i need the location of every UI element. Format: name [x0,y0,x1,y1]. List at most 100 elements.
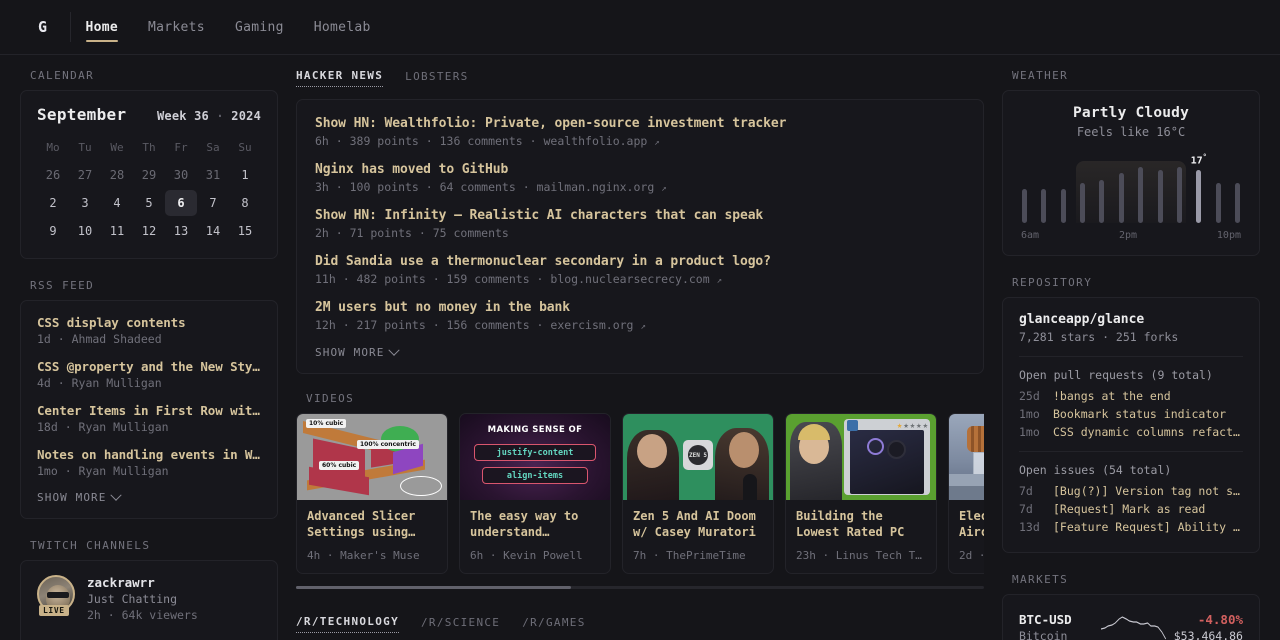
table-row[interactable]: 13d [Feature Request] Ability to ch… [1019,520,1243,534]
twitch-channel-name[interactable]: zackrawrr [87,575,198,590]
calendar-day[interactable]: 8 [229,190,261,216]
table-row[interactable]: BTC-USD Bitcoin -4.80% $53,464.86 [1019,609,1243,640]
tab-r-technology[interactable]: /R/TECHNOLOGY [296,615,399,633]
nav-item-homelab[interactable]: Homelab [299,0,386,55]
calendar-day[interactable]: 30 [165,162,197,188]
table-row[interactable]: 1mo Bookmark status indicator [1019,407,1243,421]
video-card[interactable]: 10% cubic 100% concentric 60% cubic Adva… [296,413,448,574]
repository-row-age: 25d [1019,389,1040,403]
videos-carousel[interactable]: 10% cubic 100% concentric 60% cubic Adva… [296,413,984,574]
calendar-day[interactable]: 26 [37,162,69,188]
calendar-day[interactable]: 12 [133,218,165,244]
video-title[interactable]: The easy way to understand flexbox… [470,509,600,541]
calendar-separator: · [216,109,224,123]
list-item[interactable]: Did Sandia use a thermonuclear secondary… [315,254,965,286]
news-item-title[interactable]: 2M users but no money in the bank [315,300,965,315]
app-header: G Home Markets Gaming Homelab [0,0,1280,55]
rss-item-title[interactable]: CSS display contents [37,315,261,330]
calendar-day[interactable]: 28 [101,162,133,188]
calendar-day[interactable]: 5 [133,190,165,216]
calendar-day[interactable]: 10 [69,218,101,244]
market-identity: BTC-USD Bitcoin [1019,612,1093,640]
video-card-body: Zen 5 And AI Doom w/ Casey Muratori 7h ·… [623,500,773,573]
repository-row-text[interactable]: [Bug(?)] Version tag not showin… [1053,484,1243,498]
app-logo[interactable]: G [20,12,71,42]
repository-row-text[interactable]: [Feature Request] Ability to ch… [1053,520,1243,534]
video-card[interactable]: ★ ★ ★ ★ ★ Building the Lowest Rated PC 2… [785,413,937,574]
nav-item-home[interactable]: Home [71,0,134,55]
video-thumbnail: 10% cubic 100% concentric 60% cubic [297,414,447,500]
list-item[interactable]: 2M users but no money in the bank 12h · … [315,300,965,332]
dashboard-columns: CALENDAR September Week 36 · 2024 Mo Tu … [0,55,1280,640]
table-row[interactable]: 25d !bangs at the end [1019,389,1243,403]
rss-item-meta: 1d · Ahmad Shadeed [37,332,162,346]
calendar-day[interactable]: 13 [165,218,197,244]
tab-r-games[interactable]: /R/GAMES [522,616,585,633]
video-title[interactable]: Advanced Slicer Settings using… [307,509,437,541]
repository-row-text[interactable]: [Request] Mark as read [1053,502,1205,516]
news-item-meta-text: 11h · 482 points · 159 comments · blog.n… [315,272,710,286]
list-item[interactable]: Show HN: Infinity – Realistic AI charact… [315,208,965,240]
list-item[interactable]: Center Items in First Row with… 18d · Ry… [37,403,261,434]
calendar-day-today[interactable]: 6 [165,190,197,216]
list-item[interactable]: CSS @property and the New Style 4d · Rya… [37,359,261,390]
video-card[interactable]: ZEN 5 Zen 5 And AI Doom w/ Casey Murator… [622,413,774,574]
videos-scrollbar-thumb[interactable] [296,586,572,589]
calendar-day[interactable]: 9 [37,218,69,244]
repository-name[interactable]: glanceapp/glance [1019,312,1243,327]
table-row[interactable]: 7d [Request] Mark as read [1019,502,1243,516]
tab-r-science[interactable]: /R/SCIENCE [421,616,500,633]
news-show-more-button[interactable]: SHOW MORE [315,344,965,359]
right-column: WEATHER Partly Cloudy Feels like 16°C 17… [1002,55,1260,640]
rss-item-title[interactable]: Center Items in First Row with… [37,403,261,418]
video-title[interactable]: Electromagnetic Aircraft L [959,509,984,541]
repository-row-text[interactable]: CSS dynamic columns refactor an… [1053,425,1243,439]
tab-lobsters[interactable]: LOBSTERS [405,70,468,87]
list-item[interactable]: Show HN: Wealthfolio: Private, open-sour… [315,116,965,148]
rss-item-title[interactable]: Notes on handling events in We… [37,447,261,462]
repository-row-text[interactable]: Bookmark status indicator [1053,407,1226,421]
nav-item-gaming[interactable]: Gaming [220,0,299,55]
calendar-day[interactable]: 11 [101,218,133,244]
table-row[interactable]: 7d [Bug(?)] Version tag not showin… [1019,484,1243,498]
table-row[interactable]: 1mo CSS dynamic columns refactor an… [1019,425,1243,439]
nav-item-markets[interactable]: Markets [133,0,220,55]
video-card[interactable]: Electromagnetic Aircraft L 2d · Tom S [948,413,984,574]
weather-axis: 6am 2pm 10pm [1019,230,1243,241]
hacker-news-widget: Show HN: Wealthfolio: Private, open-sour… [296,99,984,374]
repository-widget-title: REPOSITORY [1012,276,1093,289]
list-item[interactable]: CSS display contents 1d · Ahmad Shadeed [37,315,261,346]
coil-icon [967,426,984,452]
market-values: -4.80% $53,464.86 [1174,612,1243,640]
market-symbol[interactable]: BTC-USD [1019,612,1093,627]
news-item-title[interactable]: Nginx has moved to GitHub [315,162,965,177]
video-title[interactable]: Zen 5 And AI Doom w/ Casey Muratori [633,509,763,541]
weather-bar-current: 17° [1191,153,1207,223]
list-item[interactable]: Nginx has moved to GitHub 3h · 100 point… [315,162,965,194]
calendar-day[interactable]: 2 [37,190,69,216]
calendar-day[interactable]: 31 [197,162,229,188]
calendar-day[interactable]: 29 [133,162,165,188]
videos-scrollbar[interactable] [296,586,984,589]
rss-item-title[interactable]: CSS @property and the New Style [37,359,261,374]
calendar-day[interactable]: 4 [101,190,133,216]
calendar-day[interactable]: 1 [229,162,261,188]
news-item-title[interactable]: Did Sandia use a thermonuclear secondary… [315,254,965,269]
video-thumb-pill: align-items [482,467,588,484]
calendar-day[interactable]: 27 [69,162,101,188]
video-thumb-chip-label: ZEN 5 [688,445,708,465]
rss-show-more-button[interactable]: SHOW MORE [37,489,261,504]
calendar-day[interactable]: 15 [229,218,261,244]
news-item-title[interactable]: Show HN: Wealthfolio: Private, open-sour… [315,116,965,131]
calendar-day[interactable]: 7 [197,190,229,216]
video-card[interactable]: MAKING SENSE OF justify-content align-it… [459,413,611,574]
list-item[interactable]: Notes on handling events in We… 1mo · Ry… [37,447,261,478]
list-item[interactable]: LIVE zackrawrr Just Chatting 2h · 64k vi… [37,575,261,622]
news-item-title[interactable]: Show HN: Infinity – Realistic AI charact… [315,208,965,223]
calendar-day[interactable]: 3 [69,190,101,216]
external-link-icon: ↗ [716,276,723,286]
calendar-day[interactable]: 14 [197,218,229,244]
repository-row-text[interactable]: !bangs at the end [1053,389,1171,403]
video-title[interactable]: Building the Lowest Rated PC [796,509,926,541]
tab-hacker-news[interactable]: HACKER NEWS [296,69,384,87]
